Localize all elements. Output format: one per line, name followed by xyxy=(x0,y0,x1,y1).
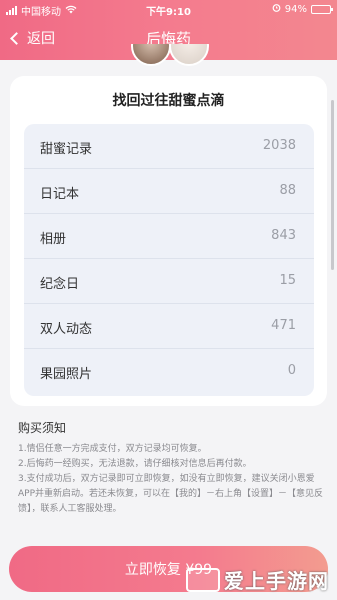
notice-title: 购买须知 xyxy=(18,421,67,435)
avatar xyxy=(131,44,171,66)
notice-line: 3.支付成功后，双方记录即可立即恢复，如没有立即恢复，建议关闭小恩爱APP并重新… xyxy=(18,474,324,514)
record-list: 甜蜜记录 2038 日记本 88 相册 843 纪念日 15 双人动态 471 … xyxy=(24,124,314,396)
record-count: 88 xyxy=(279,183,296,198)
couple-avatars xyxy=(127,44,217,70)
record-label: 双人动态 xyxy=(40,322,93,337)
record-label: 相册 xyxy=(40,232,67,247)
alarm-icon xyxy=(272,3,281,15)
card-title: 找回过往甜蜜点滴 xyxy=(112,93,225,109)
notice-text: 1.情侣任意一方完成支付，双方记录均可恢复。 2.后悔药一经购买，无法退款，请仔… xyxy=(18,442,323,517)
list-item: 甜蜜记录 2038 xyxy=(24,124,314,169)
list-item: 相册 843 xyxy=(24,214,314,259)
record-count: 0 xyxy=(287,363,296,378)
list-item: 日记本 88 xyxy=(24,169,314,214)
record-count: 2038 xyxy=(262,138,296,153)
status-bar: 中国移动 下午9:10 94% xyxy=(0,0,337,18)
list-item: 双人动态 471 xyxy=(24,304,314,349)
notice-line: 2.后悔药一经购买，无法退款，请仔细核对信息后再付款。 xyxy=(18,459,252,469)
record-count: 15 xyxy=(279,273,296,288)
avatar xyxy=(169,44,209,66)
watermark-text: 爱上手游网 xyxy=(224,569,329,593)
record-label: 甜蜜记录 xyxy=(40,142,93,157)
record-label: 果园照片 xyxy=(40,367,93,382)
list-item: 果园照片 0 xyxy=(24,349,314,394)
watermark: 爱上手游网 xyxy=(186,565,329,594)
battery-icon xyxy=(311,4,333,14)
record-count: 471 xyxy=(271,318,296,333)
record-count: 843 xyxy=(271,228,296,243)
status-right: 94% xyxy=(272,3,333,15)
watermark-logo-icon xyxy=(186,567,220,592)
scrollbar[interactable] xyxy=(331,100,334,270)
recovery-card: 找回过往甜蜜点滴 甜蜜记录 2038 日记本 88 相册 843 纪念日 15 … xyxy=(10,76,327,406)
record-label: 日记本 xyxy=(40,187,80,202)
battery-percent: 94% xyxy=(284,3,307,15)
record-label: 纪念日 xyxy=(40,277,80,292)
list-item: 纪念日 15 xyxy=(24,259,314,304)
notice-line: 1.情侣任意一方完成支付，双方记录均可恢复。 xyxy=(18,444,207,454)
